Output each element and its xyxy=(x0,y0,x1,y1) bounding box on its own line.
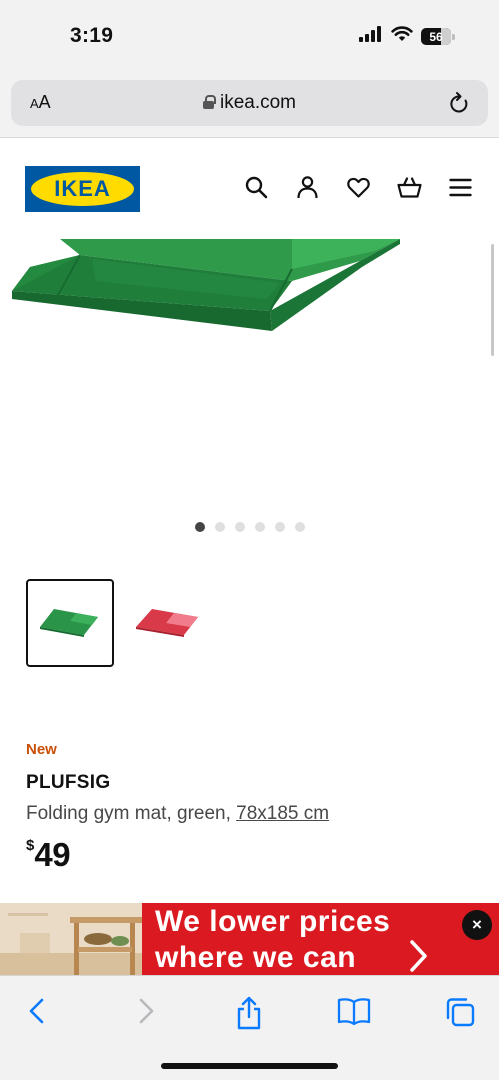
battery-level: 56 xyxy=(429,29,443,44)
account-icon[interactable] xyxy=(295,175,320,200)
banner-line-1: We lower prices xyxy=(155,905,391,938)
promo-banner[interactable]: We lower prices where we can × xyxy=(0,903,499,975)
ikea-logo[interactable]: IKEA xyxy=(25,166,140,212)
product-description-text: Folding gym mat, green, xyxy=(26,803,237,824)
browser-toolbar: AA ikea.com xyxy=(0,70,499,138)
product-name: PLUFSIG xyxy=(26,772,111,793)
site-header: IKEA xyxy=(0,139,499,239)
url-text: ikea.com xyxy=(219,92,297,113)
close-banner-button[interactable]: × xyxy=(462,910,492,940)
heart-icon[interactable] xyxy=(346,175,371,200)
back-icon[interactable] xyxy=(23,996,53,1026)
tabs-icon[interactable] xyxy=(444,996,475,1027)
address-bar[interactable]: AA ikea.com xyxy=(11,80,488,126)
carousel-dot[interactable] xyxy=(274,522,285,532)
shopping-bag-icon[interactable] xyxy=(397,175,422,200)
carousel-dot[interactable] xyxy=(214,522,225,532)
status-bar: 3:19 56 xyxy=(0,0,499,70)
variant-thumbnail-red[interactable] xyxy=(122,579,210,667)
status-icons: 56 xyxy=(359,26,455,47)
scroll-indicator xyxy=(491,244,494,356)
banner-image xyxy=(0,903,142,975)
search-icon[interactable] xyxy=(244,175,269,200)
product-price: $49 xyxy=(26,836,71,874)
forward-icon[interactable] xyxy=(130,996,160,1026)
lock-icon xyxy=(202,95,216,109)
header-nav xyxy=(244,175,473,200)
status-time: 3:19 xyxy=(70,24,114,47)
cellular-signal-icon xyxy=(359,26,383,47)
product-description: Folding gym mat, green, 78x185 cm xyxy=(26,803,329,825)
product-dimensions-link[interactable]: 78x185 cm xyxy=(236,803,329,824)
carousel-dots xyxy=(0,522,499,532)
battery-icon: 56 xyxy=(421,28,455,45)
banner-line-2: where we can xyxy=(155,941,357,974)
wifi-icon xyxy=(391,26,413,47)
bookmarks-icon[interactable] xyxy=(337,996,371,1026)
product-image[interactable] xyxy=(0,239,499,499)
home-indicator[interactable] xyxy=(161,1063,338,1069)
share-icon[interactable] xyxy=(234,996,264,1030)
url-display[interactable]: ikea.com xyxy=(11,92,488,114)
carousel-dot[interactable] xyxy=(294,522,305,532)
price-amount: 49 xyxy=(34,836,71,873)
menu-icon[interactable] xyxy=(448,175,473,200)
reload-icon[interactable] xyxy=(448,91,470,120)
variant-thumbnail-green[interactable] xyxy=(26,579,114,667)
chevron-right-icon[interactable] xyxy=(408,939,430,975)
carousel-dot[interactable] xyxy=(254,522,265,532)
color-variants xyxy=(26,579,210,667)
new-badge: New xyxy=(26,741,57,758)
banner-headline: We lower prices where we can xyxy=(155,904,390,975)
carousel-dot[interactable] xyxy=(234,522,245,532)
carousel-dot[interactable] xyxy=(194,522,205,532)
